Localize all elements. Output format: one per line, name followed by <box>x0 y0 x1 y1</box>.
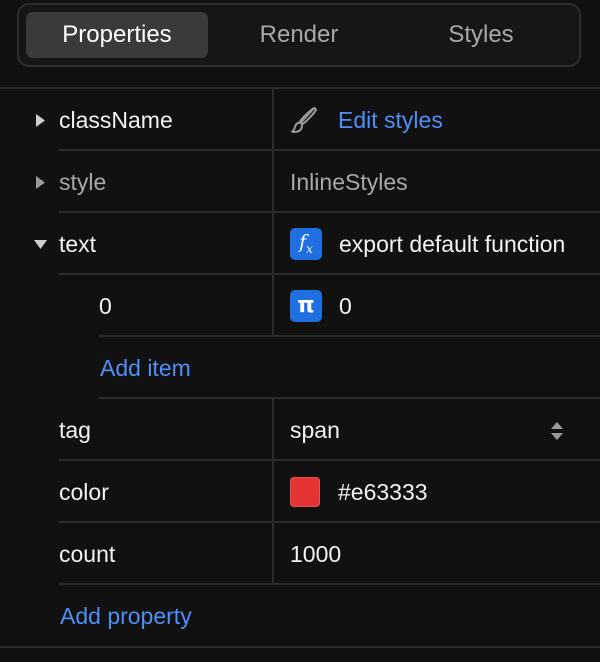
property-value-text[interactable]: fx export default function <box>290 213 600 275</box>
caret-right-icon <box>36 175 45 189</box>
edit-styles-link[interactable]: Edit styles <box>338 107 443 134</box>
collapse-caret-text[interactable] <box>33 235 47 253</box>
property-row-count: count 1000 <box>0 523 600 585</box>
caret-right-icon <box>36 113 45 127</box>
expand-caret-classname[interactable] <box>33 111 47 129</box>
column-divider <box>272 275 274 337</box>
property-row-color: color #e63333 <box>0 461 600 523</box>
add-property-button[interactable]: Add property <box>60 585 192 647</box>
property-row-style: style InlineStyles <box>0 151 600 213</box>
text-value: export default function <box>339 230 566 257</box>
column-divider <box>272 213 274 275</box>
column-divider <box>272 399 274 461</box>
color-swatch[interactable] <box>290 477 320 507</box>
column-divider <box>272 461 274 523</box>
item-value-text: 0 <box>339 292 352 319</box>
add-item-row: Add item <box>0 337 600 399</box>
tab-styles[interactable]: Styles <box>390 12 572 58</box>
property-key: color <box>59 479 109 505</box>
tag-select-value: span <box>290 416 340 443</box>
property-key: text <box>59 231 97 257</box>
tab-bar: Properties Render Styles <box>17 3 581 67</box>
property-value-style[interactable]: InlineStyles <box>290 151 600 213</box>
count-value: 1000 <box>290 540 342 567</box>
property-key: className <box>59 107 173 133</box>
count-input[interactable]: 1000 <box>290 523 600 585</box>
property-value-classname: Edit styles <box>290 89 600 151</box>
add-property-row: Add property <box>0 585 600 647</box>
properties-panel: Properties Render Styles className Edit … <box>0 0 600 662</box>
pi-icon[interactable]: π <box>290 290 322 322</box>
tab-properties[interactable]: Properties <box>26 12 208 58</box>
item-index: 0 <box>99 293 112 319</box>
property-row-classname: className Edit styles <box>0 89 600 151</box>
color-hex-value: #e63333 <box>338 478 428 505</box>
column-divider <box>272 523 274 585</box>
column-divider <box>272 89 274 151</box>
property-key: style <box>59 169 107 195</box>
tab-render[interactable]: Render <box>208 12 390 58</box>
property-key: count <box>59 541 116 567</box>
property-key: tag <box>59 417 91 443</box>
select-arrows-icon[interactable] <box>548 419 566 443</box>
column-divider <box>272 151 274 213</box>
property-row-text: text fx export default function <box>0 213 600 275</box>
add-item-button[interactable]: Add item <box>100 337 191 399</box>
caret-down-icon <box>33 240 47 249</box>
function-icon[interactable]: fx <box>290 228 322 260</box>
item-value[interactable]: π 0 <box>290 275 600 337</box>
panel-bottom-divider <box>0 646 600 648</box>
array-item-row: 0 π 0 <box>0 275 600 337</box>
brush-icon <box>290 106 318 134</box>
style-value-text: InlineStyles <box>290 168 408 195</box>
property-value-color[interactable]: #e63333 <box>290 461 600 523</box>
expand-caret-style[interactable] <box>33 173 47 191</box>
property-row-tag: tag span <box>0 399 600 461</box>
